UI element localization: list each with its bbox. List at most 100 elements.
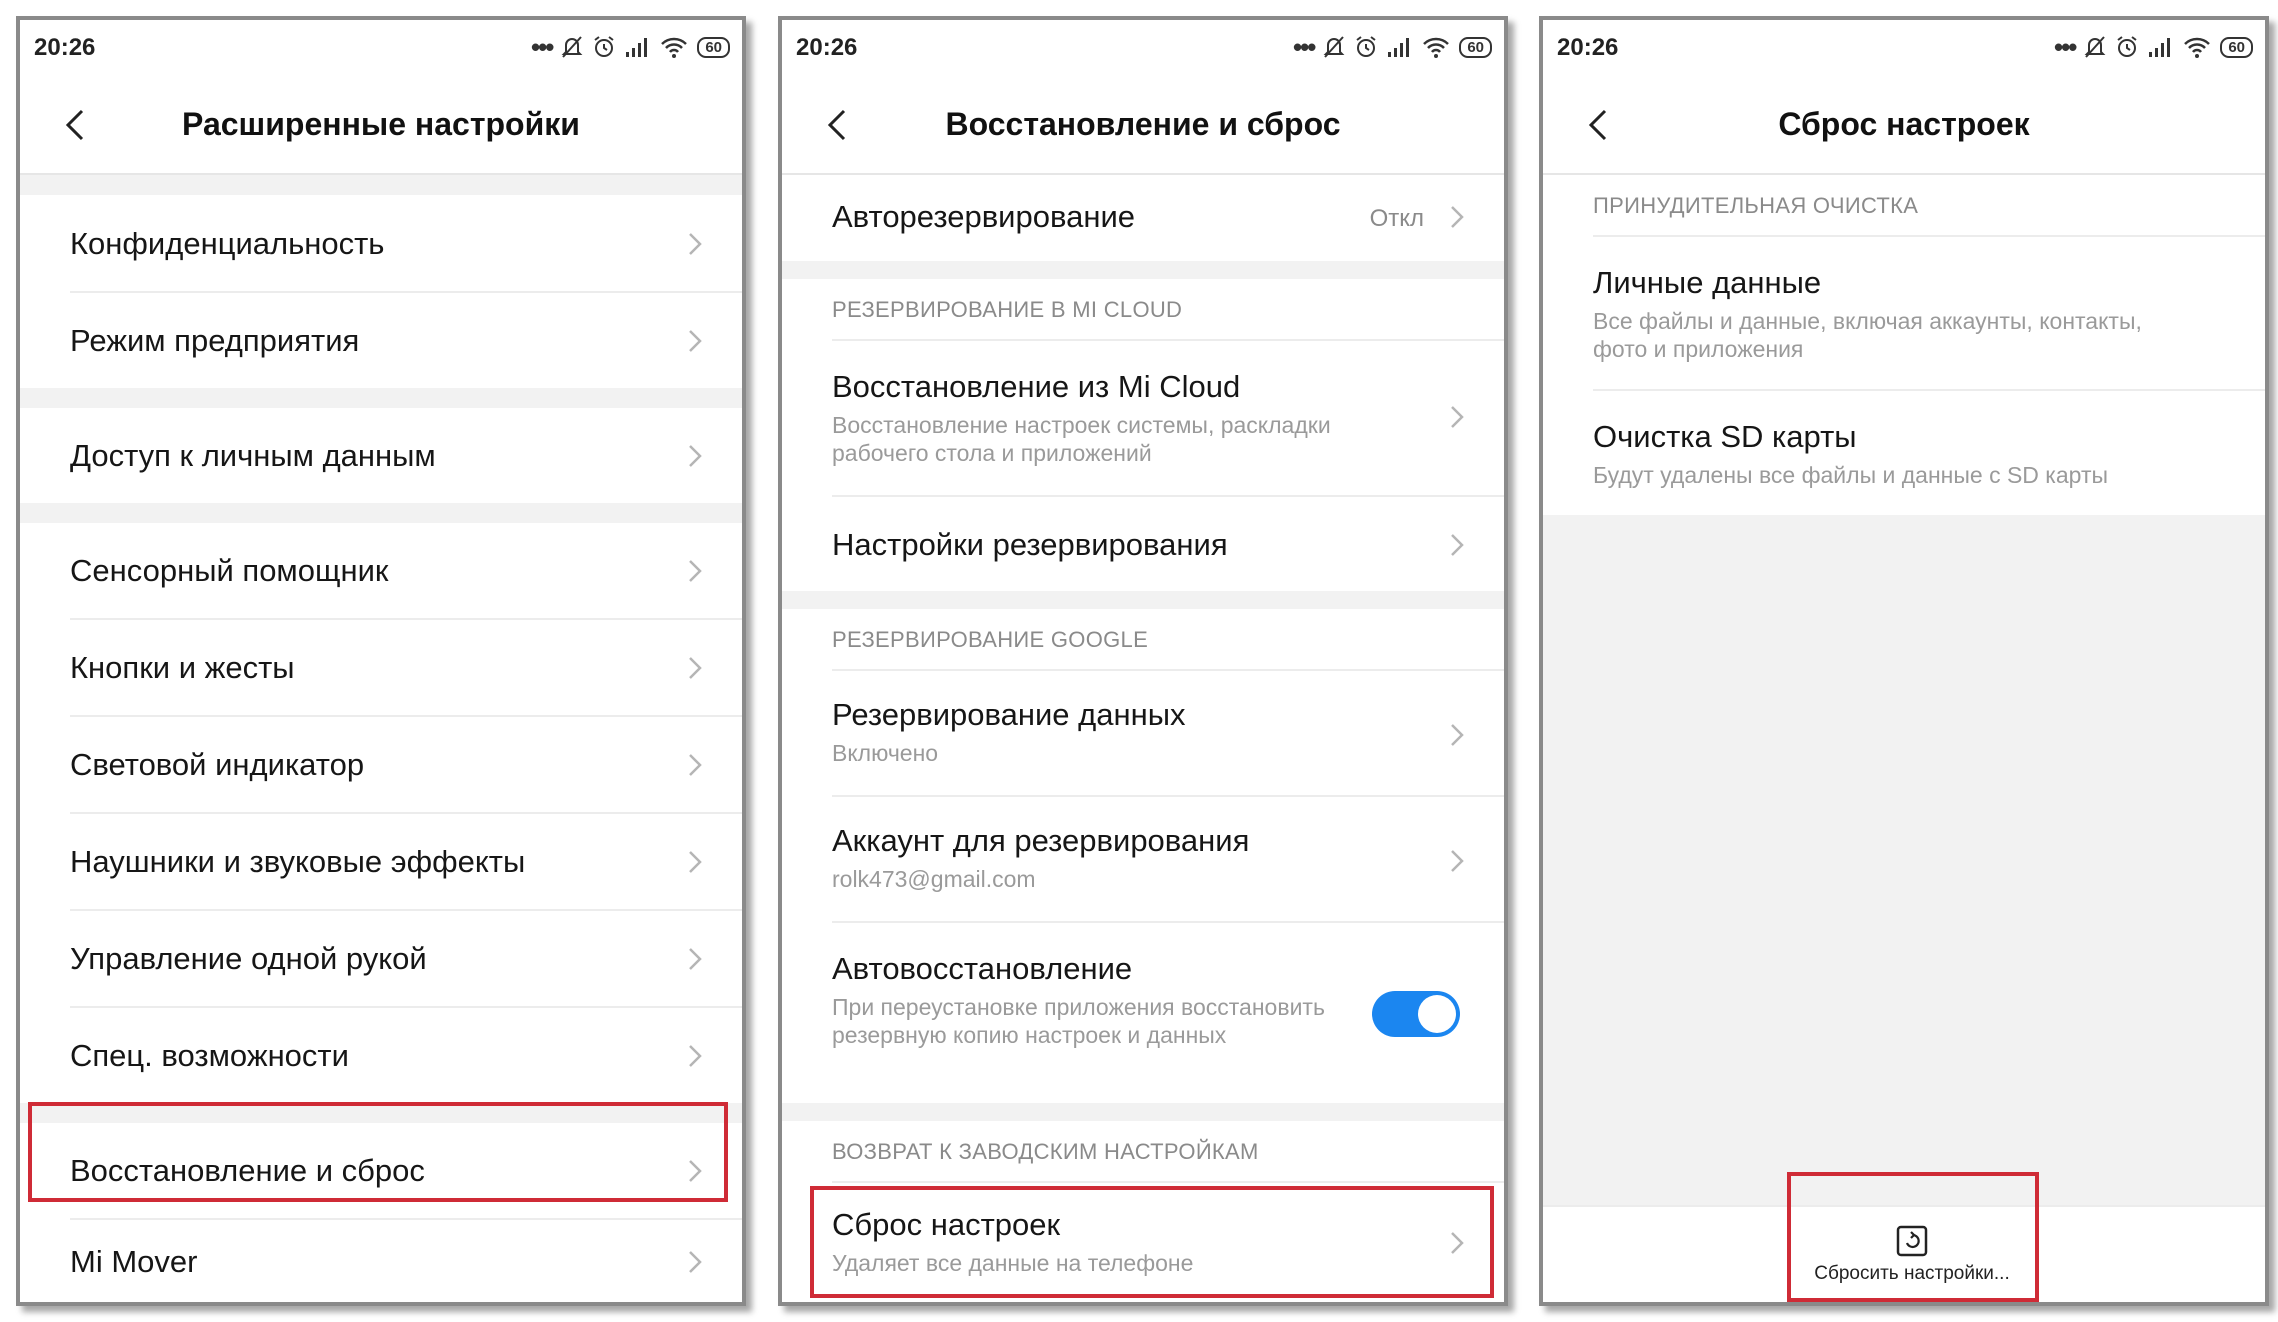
battery-icon: 60 <box>1459 36 1492 58</box>
list-item-led-indicator[interactable]: Световой индикатор <box>20 717 742 812</box>
battery-icon: 60 <box>697 36 730 58</box>
section-header-factory: ВОЗВРАТ К ЗАВОДСКИМ НАСТРОЙКАМ <box>782 1121 1504 1181</box>
header: Сброс настроек <box>1543 76 2265 175</box>
alarm-icon <box>2117 36 2137 57</box>
list-item-label: Аккаунт для резервирования <box>832 823 1250 858</box>
list-item-subtitle: Восстановление настроек системы, расклад… <box>832 412 1331 466</box>
bell-off-icon <box>2084 36 2106 58</box>
list-item-label: Управление одной рукой <box>70 941 427 976</box>
section-divider <box>782 591 1504 609</box>
section-divider <box>782 261 1504 279</box>
list-item-autobackup[interactable]: Авторезервирование Откл <box>782 175 1504 261</box>
chevron-right-icon <box>689 657 702 679</box>
screen-backup-reset: 20:26 ••• 60 Восстановление и сброс Авто… <box>778 16 1508 1306</box>
chevron-right-icon <box>689 754 702 776</box>
wifi-icon <box>1423 37 1450 58</box>
list-item-subtitle: Все файлы и данные, включая аккаунты, ко… <box>1593 308 2142 362</box>
section-header-label: РЕЗЕРВИРОВАНИЕ GOOGLE <box>832 627 1149 652</box>
section-divider <box>20 175 742 195</box>
list-item-personal-data-access[interactable]: Доступ к личным данным <box>20 408 742 503</box>
page-title: Сброс настроек <box>1778 106 2030 142</box>
list-item-sd-clear[interactable]: Очистка SD карты Будут удалены все файлы… <box>1543 391 2265 515</box>
header: Расширенные настройки <box>20 76 742 175</box>
list-item-label: Спец. возможности <box>70 1038 349 1073</box>
screen-advanced-settings: 20:26 ••• 60 Расширенные настройки Конфи… <box>16 16 746 1306</box>
section-header-mi-cloud: РЕЗЕРВИРОВАНИЕ В MI CLOUD <box>782 279 1504 339</box>
list-item-label: Сенсорный помощник <box>70 553 389 588</box>
section-header-forced-clear: ПРИНУДИТЕЛЬНАЯ ОЧИСТКА <box>1543 175 2265 235</box>
list-item-label: Mi Mover <box>70 1244 198 1279</box>
list-item-label: Восстановление из Mi Cloud <box>832 369 1241 404</box>
list-item-touch-assistant[interactable]: Сенсорный помощник <box>20 523 742 618</box>
section-header-label: ВОЗВРАТ К ЗАВОДСКИМ НАСТРОЙКАМ <box>832 1139 1259 1164</box>
section-header-label: ПРИНУДИТЕЛЬНАЯ ОЧИСТКА <box>1593 193 1919 218</box>
list-item-label: Режим предприятия <box>70 323 360 358</box>
chevron-right-icon <box>1451 406 1464 428</box>
bell-off-icon <box>561 36 583 58</box>
bell-off-icon <box>1323 36 1345 58</box>
list-item-backup-settings[interactable]: Настройки резервирования <box>782 497 1504 591</box>
signal-icon <box>626 38 648 57</box>
header: Восстановление и сброс <box>782 76 1504 175</box>
section-divider <box>20 388 742 408</box>
status-time: 20:26 <box>1557 34 1619 61</box>
list-item-privacy[interactable]: Конфиденциальность <box>20 196 742 291</box>
screen-factory-reset: 20:26 ••• 60 Сброс настроек ПРИНУДИТЕЛЬН… <box>1539 16 2269 1306</box>
list-item-backup-account[interactable]: Аккаунт для резервирования rolk473@gmail… <box>782 797 1504 921</box>
page-title: Расширенные настройки <box>182 106 580 142</box>
list-item-one-hand-mode[interactable]: Управление одной рукой <box>20 911 742 1006</box>
list-item-label: Настройки резервирования <box>832 527 1228 562</box>
list-item-label: Кнопки и жесты <box>70 650 295 685</box>
list-item-label: Резервирование данных <box>832 697 1186 732</box>
wifi-icon <box>661 37 688 58</box>
list-item-personal-data[interactable]: Личные данные Все файлы и данные, включа… <box>1543 237 2265 389</box>
notification-dots-icon: ••• <box>2054 32 2077 62</box>
list-item-autorestore: Автовосстановление При переустановке при… <box>782 923 1504 1103</box>
list-item-headphones-sound[interactable]: Наушники и звуковые эффекты <box>20 814 742 909</box>
alarm-icon <box>1356 36 1376 57</box>
status-bar: 20:26 ••• 60 <box>1543 20 2265 76</box>
section-divider <box>782 1103 1504 1121</box>
page-title: Восстановление и сброс <box>945 106 1341 142</box>
list-item-buttons-gestures[interactable]: Кнопки и жесты <box>20 620 742 715</box>
list-item-mi-mover[interactable]: Mi Mover <box>20 1220 742 1300</box>
list-item-subtitle: При переустановке приложения восстановит… <box>832 994 1325 1048</box>
chevron-right-icon <box>689 948 702 970</box>
autorestore-toggle[interactable] <box>1372 991 1460 1037</box>
chevron-right-icon <box>1451 206 1464 228</box>
list-item-label: Доступ к личным данным <box>70 438 436 473</box>
list-item-subtitle: Включено <box>832 740 939 766</box>
autobackup-value: Откл <box>1369 205 1424 232</box>
section-divider <box>20 503 742 523</box>
highlight-box <box>28 1102 728 1202</box>
list-item-label: Наушники и звуковые эффекты <box>70 844 526 879</box>
list-item-data-backup[interactable]: Резервирование данных Включено <box>782 671 1504 795</box>
list-item-subtitle: Будут удалены все файлы и данные с SD ка… <box>1593 462 2109 488</box>
list-item-label: Автовосстановление <box>832 951 1133 986</box>
status-bar: 20:26 ••• 60 <box>20 20 742 76</box>
chevron-right-icon <box>689 445 702 467</box>
status-bar: 20:26 ••• 60 <box>782 20 1504 76</box>
list-item-accessibility[interactable]: Спец. возможности <box>20 1008 742 1103</box>
chevron-right-icon <box>1451 850 1464 872</box>
alarm-icon <box>594 36 614 57</box>
chevron-right-icon <box>689 233 702 255</box>
chevron-right-icon <box>1451 724 1464 746</box>
wifi-icon <box>2184 37 2211 58</box>
notification-dots-icon: ••• <box>531 32 554 62</box>
list-item-label: Личные данные <box>1593 265 1822 300</box>
toggle-knob <box>1418 995 1456 1033</box>
notification-dots-icon: ••• <box>1293 32 1316 62</box>
section-header-google: РЕЗЕРВИРОВАНИЕ GOOGLE <box>782 609 1504 669</box>
list-item-restore-mi-cloud[interactable]: Восстановление из Mi Cloud Восстановлени… <box>782 341 1504 495</box>
list-item-label: Авторезервирование <box>832 199 1136 234</box>
signal-icon <box>1388 38 1410 57</box>
list-item-label: Световой индикатор <box>70 747 365 782</box>
chevron-right-icon <box>689 851 702 873</box>
highlight-box <box>1787 1172 2039 1302</box>
signal-icon <box>2149 38 2171 57</box>
chevron-right-icon <box>689 1251 702 1273</box>
list-item-enterprise-mode[interactable]: Режим предприятия <box>20 293 742 388</box>
chevron-right-icon <box>689 1045 702 1067</box>
highlight-box <box>810 1186 1494 1298</box>
